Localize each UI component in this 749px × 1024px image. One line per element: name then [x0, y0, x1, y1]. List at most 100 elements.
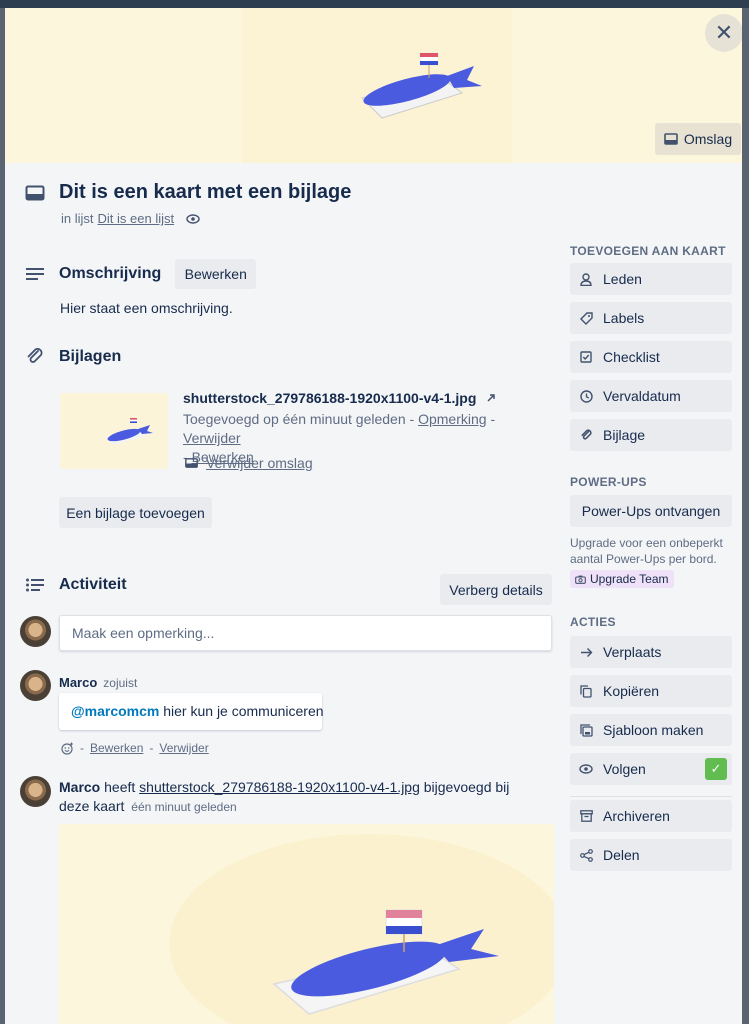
- members-label: Leden: [603, 271, 642, 287]
- separator: -: [80, 741, 84, 755]
- attachments-heading: Bijlagen: [59, 348, 122, 365]
- cover-button-label: Omslag: [683, 131, 733, 147]
- person-icon: [579, 272, 593, 286]
- archive-icon: [579, 810, 593, 822]
- follow-button[interactable]: Volgen ✓: [570, 753, 732, 785]
- comment-time[interactable]: zojuist: [103, 676, 137, 690]
- paperclip-icon: [579, 428, 593, 442]
- description-header: Omschrijving Bewerken: [25, 259, 257, 289]
- upgrade-team-badge[interactable]: Upgrade Team: [570, 570, 674, 588]
- clock-icon: [579, 389, 593, 403]
- archive-button[interactable]: Archiveren: [570, 800, 732, 832]
- separator: -: [149, 741, 154, 755]
- checklist-button[interactable]: Checklist: [570, 341, 732, 373]
- eye-icon: [579, 764, 593, 774]
- attachment-delete-link[interactable]: Verwijder: [183, 430, 241, 446]
- check-icon: ✓: [705, 758, 727, 780]
- hide-details-button[interactable]: Verberg details: [440, 574, 552, 605]
- card-cover: ✕ Omslag: [5, 8, 742, 163]
- activity-author[interactable]: Marco: [59, 779, 100, 795]
- in-list-label: in lijst: [61, 211, 94, 226]
- follow-label: Volgen: [603, 761, 646, 777]
- list-link[interactable]: Dit is een lijst: [98, 211, 175, 226]
- members-button[interactable]: Leden: [570, 263, 732, 295]
- comment-bubble[interactable]: @marcomcm hier kun je communiceren: [59, 693, 324, 730]
- attachment-file-name[interactable]: shutterstock_279786188-1920x1100-v4-1.jp…: [183, 390, 476, 406]
- make-template-button[interactable]: Sjabloon maken: [570, 714, 732, 746]
- share-label: Delen: [603, 847, 640, 863]
- archive-label: Archiveren: [603, 808, 670, 824]
- description-icon: [25, 266, 45, 282]
- card-icon: [25, 185, 45, 201]
- copy-button[interactable]: Kopiëren: [570, 675, 732, 707]
- card-detail-modal: ✕ Omslag Dit is een kaart met een bijlag…: [5, 8, 742, 1024]
- fish-illustration: [105, 418, 153, 445]
- power-ups-heading: POWER-UPS: [570, 475, 647, 489]
- comment-delete-link[interactable]: Verwijder: [159, 741, 208, 755]
- attachment-button[interactable]: Bijlage: [570, 419, 732, 451]
- activity-entry: Marco heeft shutterstock_279786188-1920x…: [59, 778, 539, 817]
- due-date-button[interactable]: Vervaldatum: [570, 380, 732, 412]
- add-to-card-heading: TOEVOEGEN AAN KAART: [570, 244, 726, 258]
- separator: -: [490, 411, 496, 427]
- comment-author[interactable]: Marco: [59, 675, 97, 690]
- attachments-header: Bijlagen: [25, 347, 121, 367]
- checklist-label: Checklist: [603, 349, 660, 365]
- activity-heading: Activiteit: [59, 576, 127, 593]
- activity-verb: heeft: [104, 779, 136, 795]
- comment-meta: Marco zojuist: [59, 674, 137, 692]
- board-backdrop: [0, 0, 749, 8]
- comment-edit-link[interactable]: Bewerken: [90, 741, 143, 755]
- labels-button[interactable]: Labels: [570, 302, 732, 334]
- close-button[interactable]: ✕: [705, 14, 742, 52]
- external-link-icon[interactable]: [486, 393, 496, 403]
- cover-button[interactable]: Omslag: [655, 123, 741, 155]
- camera-icon: [575, 575, 586, 584]
- cover-image: [242, 8, 512, 163]
- sidebar-divider: [570, 796, 732, 797]
- checklist-icon: [579, 351, 593, 363]
- activity-file-link[interactable]: shutterstock_279786188-1920x1100-v4-1.jp…: [139, 779, 420, 795]
- avatar[interactable]: [20, 670, 51, 701]
- upgrade-team-label: Upgrade Team: [590, 572, 669, 586]
- description-heading: Omschrijving: [59, 265, 162, 282]
- eye-icon: [186, 213, 200, 224]
- share-icon: [579, 848, 593, 862]
- emoji-icon[interactable]: [61, 742, 74, 755]
- avatar[interactable]: [20, 616, 51, 647]
- card-title-row: Dit is een kaart met een bijlage: [25, 181, 351, 204]
- comment-input[interactable]: Maak een opmerking...: [59, 615, 552, 651]
- remove-cover-link[interactable]: Verwijder omslag: [206, 455, 313, 471]
- actions-heading: ACTIES: [570, 615, 616, 629]
- activity-attachment-preview[interactable]: [59, 824, 554, 1024]
- labels-label: Labels: [603, 310, 645, 326]
- comment-text: hier kun je communiceren: [163, 703, 324, 719]
- card-title[interactable]: Dit is een kaart met een bijlage: [59, 181, 351, 204]
- tag-icon: [579, 311, 593, 325]
- edit-description-button[interactable]: Bewerken: [175, 259, 257, 289]
- separator: -: [409, 411, 415, 427]
- attachment-name-row: shutterstock_279786188-1920x1100-v4-1.jp…: [183, 390, 496, 406]
- fish-illustration: [169, 834, 554, 1024]
- activity-time[interactable]: één minuut geleden: [131, 800, 236, 814]
- add-attachment-button[interactable]: Een bijlage toevoegen: [59, 497, 212, 528]
- get-power-ups-button[interactable]: Power-Ups ontvangen: [570, 495, 732, 527]
- attachment-label: Bijlage: [603, 427, 646, 443]
- paperclip-icon: [25, 347, 45, 367]
- list-info: in lijst Dit is een lijst: [61, 211, 200, 226]
- attachment-comment-link[interactable]: Opmerking: [418, 411, 486, 427]
- card-icon: [664, 133, 678, 145]
- mention[interactable]: @marcomcm: [71, 703, 159, 719]
- move-label: Verplaats: [603, 644, 662, 660]
- due-date-label: Vervaldatum: [603, 388, 681, 404]
- make-template-label: Sjabloon maken: [603, 722, 704, 738]
- attachment-thumbnail[interactable]: [60, 393, 168, 469]
- arrow-right-icon: [579, 647, 593, 658]
- template-icon: [579, 723, 593, 737]
- avatar[interactable]: [20, 776, 51, 807]
- move-button[interactable]: Verplaats: [570, 636, 732, 668]
- remove-cover-row[interactable]: Verwijder omslag: [185, 455, 313, 471]
- share-button[interactable]: Delen: [570, 839, 732, 871]
- description-text[interactable]: Hier staat een omschrijving.: [60, 300, 233, 316]
- card-icon: [185, 458, 198, 468]
